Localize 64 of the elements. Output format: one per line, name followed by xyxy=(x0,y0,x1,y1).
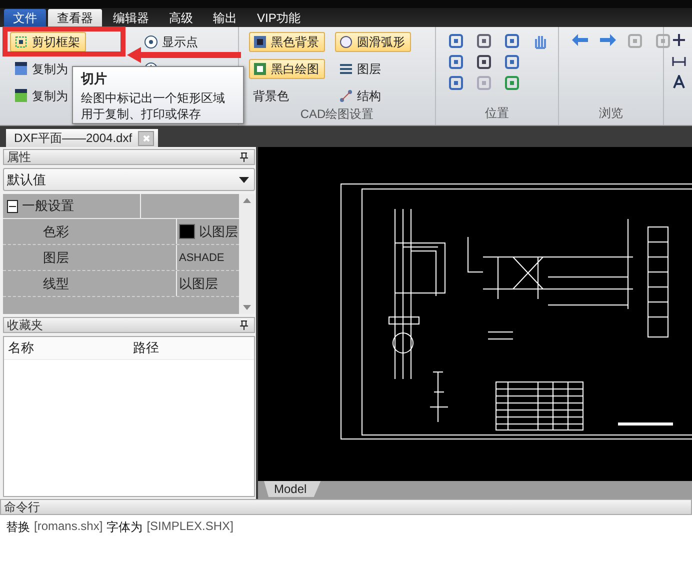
ribbon-button[interactable]: 剪切框架 xyxy=(10,32,86,52)
command-output: 替换 [romans.shx] 字体为 [SIMPLEX.SHX] xyxy=(5,518,234,536)
crop-frame-icon xyxy=(14,35,28,49)
caret-icon xyxy=(239,176,249,182)
layout-tab[interactable]: Model xyxy=(264,481,321,497)
document-tab[interactable]: DXF平面——2004.dxf xyxy=(6,129,158,147)
picture-icon xyxy=(14,89,28,103)
ribbon-button[interactable]: 黑白绘图 xyxy=(249,59,325,79)
ribbon-button[interactable]: 结构 xyxy=(335,86,387,106)
window-icon[interactable] xyxy=(448,54,464,70)
property-name: 线型 xyxy=(43,274,69,292)
file-menu-button[interactable]: 文件 xyxy=(4,9,46,27)
panel-title: 收藏夹 xyxy=(7,316,43,334)
tooltip-title: 切片 xyxy=(81,70,108,88)
ribbon-tab[interactable]: VIP功能 xyxy=(248,9,310,27)
pin-icon[interactable] xyxy=(240,320,248,330)
tooltip-text: 用于复制、打印或保存 xyxy=(81,106,202,122)
property-value: ASHADE xyxy=(179,252,224,264)
ribbon-tab[interactable]: 查看器 xyxy=(48,9,102,27)
ribbon-button[interactable]: 复制为 xyxy=(10,86,74,106)
target-icon xyxy=(144,35,158,49)
ribbon-tab[interactable]: 输出 xyxy=(204,9,246,27)
window-icon[interactable] xyxy=(448,33,464,49)
hand-icon[interactable] xyxy=(532,33,548,49)
text-icon[interactable] xyxy=(672,75,686,89)
column-header[interactable]: 名称 xyxy=(4,337,129,359)
group-label: 浏览 xyxy=(598,105,624,122)
ribbon-button[interactable]: 图层 xyxy=(335,59,387,79)
preset-dropdown[interactable]: 默认值 xyxy=(3,168,255,191)
ribbon-tab[interactable]: 高级 xyxy=(160,9,202,27)
pin-icon[interactable] xyxy=(240,152,248,162)
right-arrow-icon[interactable] xyxy=(599,33,617,47)
dimension-icon[interactable] xyxy=(672,54,686,68)
property-name: 图层 xyxy=(43,248,69,266)
collapse-toggle[interactable] xyxy=(7,200,18,212)
scroll-down-icon[interactable] xyxy=(243,305,251,310)
ribbon-button[interactable]: 背景色 xyxy=(249,86,295,106)
ribbon-button[interactable]: 复制为 xyxy=(10,59,74,79)
structure-icon xyxy=(339,89,353,103)
ribbon-tab[interactable]: 编辑器 xyxy=(104,9,158,27)
tooltip-text: 绘图中标记出一个矩形区域 xyxy=(81,90,226,106)
column-header[interactable]: 路径 xyxy=(129,337,254,359)
close-icon xyxy=(142,134,150,142)
left-arrow-icon[interactable] xyxy=(571,33,589,47)
property-name: 色彩 xyxy=(43,222,69,240)
close-button[interactable] xyxy=(138,130,154,146)
document-icon xyxy=(14,62,28,76)
panel-title: 属性 xyxy=(7,148,31,166)
frame-icon xyxy=(253,35,267,49)
ribbon-button[interactable]: 圆滑弧形 xyxy=(335,32,411,52)
layers-icon xyxy=(339,62,353,76)
circle-icon xyxy=(339,35,353,49)
group-label: 位置 xyxy=(484,105,510,122)
property-value: 以图层 xyxy=(179,274,218,292)
group-label: CAD绘图设置 xyxy=(299,106,375,123)
scroll-up-icon[interactable] xyxy=(243,198,251,203)
category-label: 一般设置 xyxy=(22,197,74,215)
color-swatch xyxy=(179,224,195,239)
ribbon-button[interactable]: 黑色背景 xyxy=(249,32,325,52)
property-value: 以图层 xyxy=(199,222,238,240)
panel-title: 命令行 xyxy=(4,498,40,516)
frame-icon xyxy=(253,62,267,76)
plus-icon[interactable] xyxy=(672,33,686,47)
ribbon-button[interactable]: 显示点 xyxy=(140,32,204,52)
